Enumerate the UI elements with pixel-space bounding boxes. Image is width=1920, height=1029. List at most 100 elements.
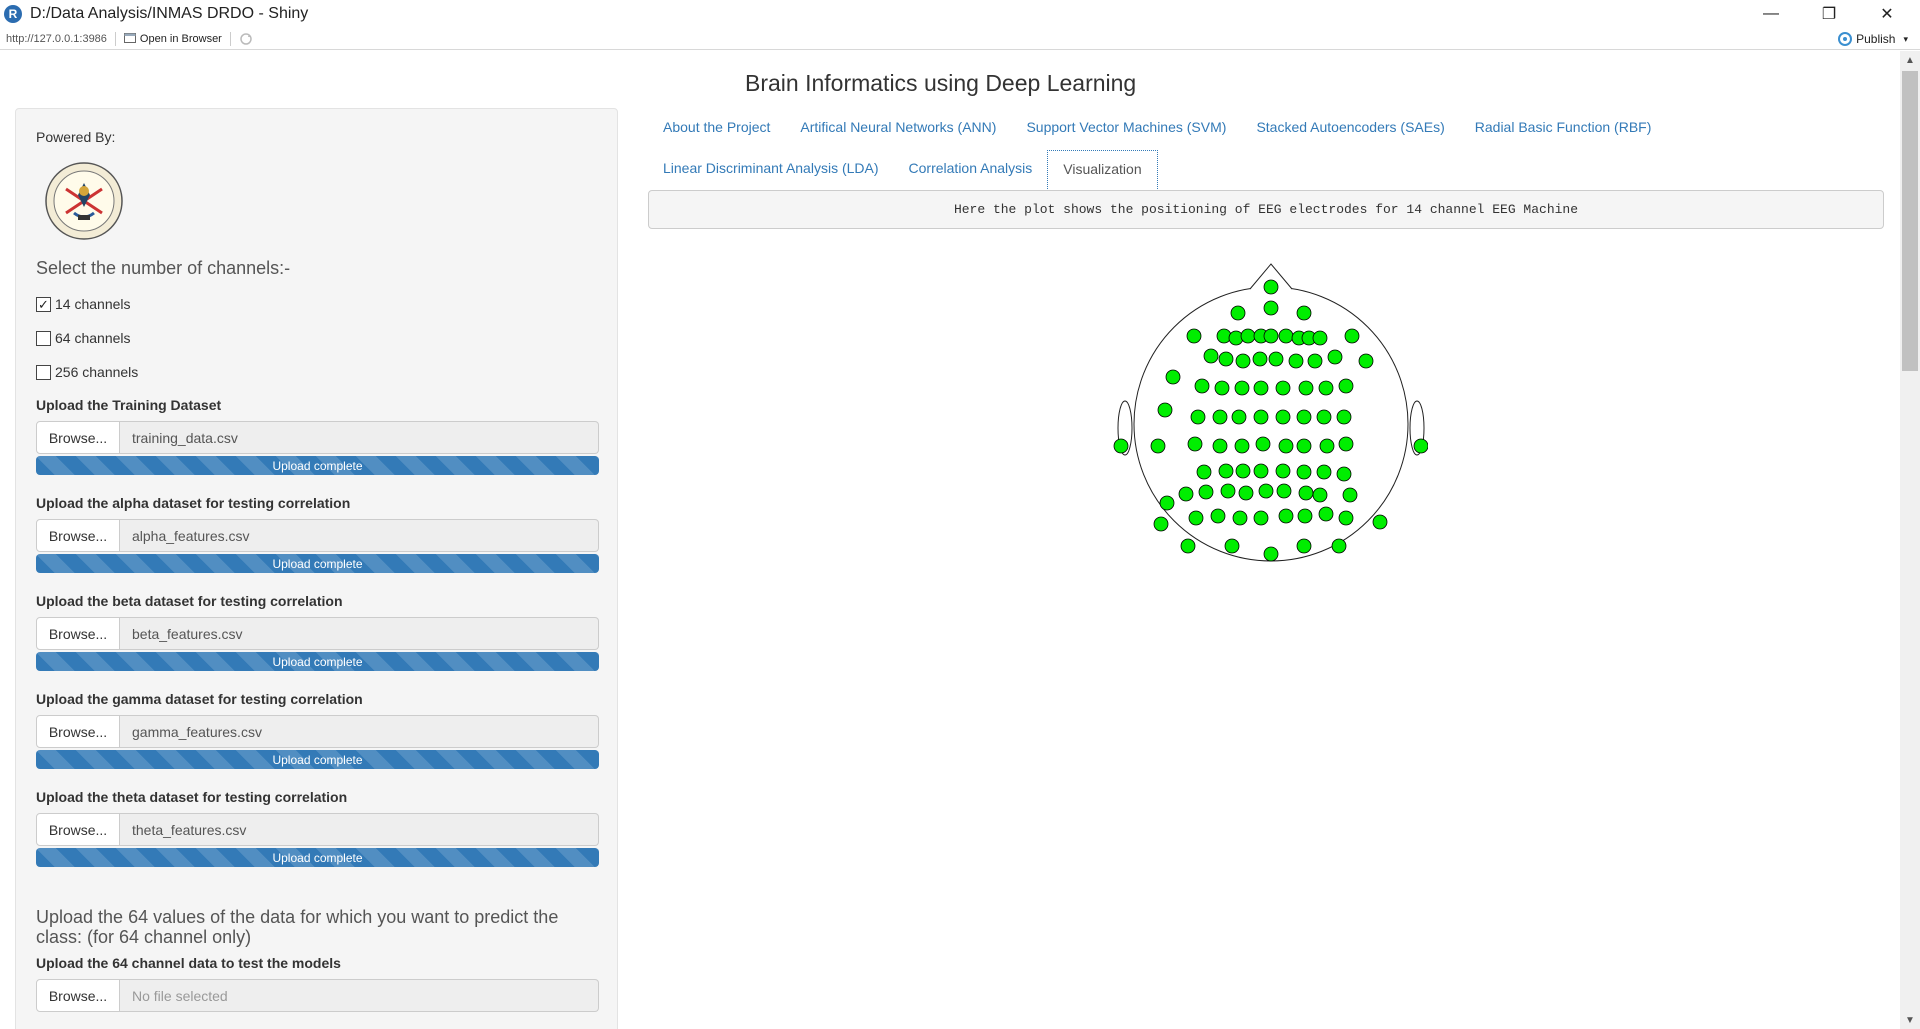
file-name-field[interactable]: alpha_features.csv: [120, 519, 599, 552]
browse-button[interactable]: Browse...: [36, 813, 120, 846]
browse-button[interactable]: Browse...: [36, 519, 120, 552]
page-scrollbar[interactable]: ▲ ▼: [1900, 51, 1920, 1029]
eeg-electrode: [1234, 438, 1250, 454]
scroll-down-icon[interactable]: ▼: [1900, 1011, 1920, 1029]
open-in-browser-label: Open in Browser: [139, 32, 222, 45]
file-name-field[interactable]: theta_features.csv: [120, 813, 599, 846]
toolbar-separator: [229, 31, 231, 46]
channel-option-14[interactable]: ✓ 14 channels: [36, 295, 597, 313]
eeg-electrode: [1255, 436, 1271, 452]
scroll-up-icon[interactable]: ▲: [1900, 51, 1920, 69]
eeg-electrode: [1318, 506, 1334, 522]
eeg-electrode: [1276, 483, 1292, 499]
eeg-electrode: [1316, 409, 1332, 425]
tab-svm[interactable]: Support Vector Machines (SVM): [1011, 109, 1241, 150]
r-app-icon: R: [4, 5, 22, 23]
tab-lda[interactable]: Linear Discriminant Analysis (LDA): [648, 150, 894, 191]
eeg-electrode: [1312, 487, 1328, 503]
eeg-electrode: [1296, 409, 1312, 425]
eeg-electrode: [1307, 353, 1323, 369]
file-input: Browse... training_data.csv: [36, 421, 599, 454]
eeg-electrode: [1218, 351, 1234, 367]
eeg-electrode: [1312, 330, 1328, 346]
channel-option-64[interactable]: 64 channels: [36, 329, 597, 347]
upload-label: Upload the beta dataset for testing corr…: [36, 593, 343, 609]
eeg-electrode: [1288, 353, 1304, 369]
file-name-field[interactable]: No file selected: [120, 979, 599, 1012]
eeg-electrode: [1331, 538, 1347, 554]
eeg-electrode: [1196, 464, 1212, 480]
eeg-electrode: [1298, 380, 1314, 396]
browse-button[interactable]: Browse...: [36, 979, 120, 1012]
file-input: Browse... gamma_features.csv: [36, 715, 599, 748]
tab-visualization[interactable]: Visualization: [1047, 150, 1158, 191]
tab-ann[interactable]: Artifical Neural Networks (ANN): [785, 109, 1011, 150]
chevron-down-icon[interactable]: ▾: [1903, 34, 1908, 45]
upload-progress-bar: Upload complete: [36, 554, 599, 573]
upload-progress-bar: Upload complete: [36, 652, 599, 671]
browse-button[interactable]: Browse...: [36, 715, 120, 748]
visualization-panel: Here the plot shows the positioning of E…: [648, 190, 1884, 562]
powered-by-label: Powered By:: [36, 129, 116, 145]
eeg-electrode: [1338, 510, 1354, 526]
publish-button[interactable]: Publish ▾: [1838, 32, 1908, 46]
eeg-electrode: [1186, 328, 1202, 344]
eeg-electrode: [1214, 380, 1230, 396]
minimize-icon[interactable]: —: [1742, 0, 1800, 28]
eeg-electrode: [1358, 353, 1374, 369]
tab-about-project[interactable]: About the Project: [648, 109, 785, 150]
eeg-electrode: [1113, 438, 1129, 454]
close-icon[interactable]: ✕: [1858, 0, 1916, 28]
upload-progress-bar: Upload complete: [36, 456, 599, 475]
eeg-electrode: [1278, 438, 1294, 454]
upload-training-group: Upload the Training Dataset Browse... tr…: [36, 397, 599, 475]
eeg-electrode: [1198, 484, 1214, 500]
upload-label: Upload the gamma dataset for testing cor…: [36, 691, 363, 707]
eeg-electrode: [1275, 380, 1291, 396]
checkbox-checked[interactable]: ✓: [36, 296, 51, 312]
upload-gamma-group: Upload the gamma dataset for testing cor…: [36, 691, 599, 769]
eeg-electrode: [1210, 508, 1226, 524]
upload-label: Upload the alpha dataset for testing cor…: [36, 495, 351, 511]
refresh-icon[interactable]: [239, 32, 253, 46]
eeg-electrode: [1220, 483, 1236, 499]
maximize-icon[interactable]: ❐: [1800, 0, 1858, 28]
open-in-browser-button[interactable]: Open in Browser: [123, 32, 222, 45]
sidebar-panel: Powered By: Select the number of channel…: [15, 108, 618, 1029]
eeg-electrode: [1336, 466, 1352, 482]
file-input: Browse... theta_features.csv: [36, 813, 599, 846]
checkbox-unchecked[interactable]: [36, 330, 51, 346]
eeg-electrode: [1190, 409, 1206, 425]
tab-rbf[interactable]: Radial Basic Function (RBF): [1460, 109, 1667, 150]
eeg-electrode: [1342, 487, 1358, 503]
tab-saes[interactable]: Stacked Autoencoders (SAEs): [1241, 109, 1459, 150]
browse-button[interactable]: Browse...: [36, 421, 120, 454]
file-name-field[interactable]: beta_features.csv: [120, 617, 599, 650]
eeg-electrode: [1338, 378, 1354, 394]
eeg-electrode: [1263, 546, 1279, 562]
eeg-electrode: [1275, 409, 1291, 425]
scroll-thumb[interactable]: [1902, 71, 1918, 371]
eeg-electrode: [1296, 438, 1312, 454]
browse-button[interactable]: Browse...: [36, 617, 120, 650]
file-name-field[interactable]: training_data.csv: [120, 421, 599, 454]
eeg-electrode: [1253, 510, 1269, 526]
eeg-electrode-plot: [1113, 263, 1428, 562]
file-input: Browse... beta_features.csv: [36, 617, 599, 650]
eeg-electrode: [1224, 538, 1240, 554]
file-name-field[interactable]: gamma_features.csv: [120, 715, 599, 748]
eeg-electrode: [1212, 438, 1228, 454]
eeg-electrode: [1278, 328, 1294, 344]
checkbox-unchecked[interactable]: [36, 364, 51, 380]
eeg-electrode: [1165, 369, 1181, 385]
eeg-electrode: [1327, 349, 1343, 365]
eeg-electrode: [1230, 305, 1246, 321]
eeg-electrode: [1232, 510, 1248, 526]
tab-correlation-analysis[interactable]: Correlation Analysis: [894, 150, 1048, 191]
eeg-electrode: [1336, 409, 1352, 425]
eeg-electrode: [1235, 463, 1251, 479]
eeg-electrode: [1252, 351, 1268, 367]
channel-option-label: 256 channels: [55, 364, 139, 380]
eeg-electrode: [1234, 380, 1250, 396]
channel-option-256[interactable]: 256 channels: [36, 363, 597, 381]
